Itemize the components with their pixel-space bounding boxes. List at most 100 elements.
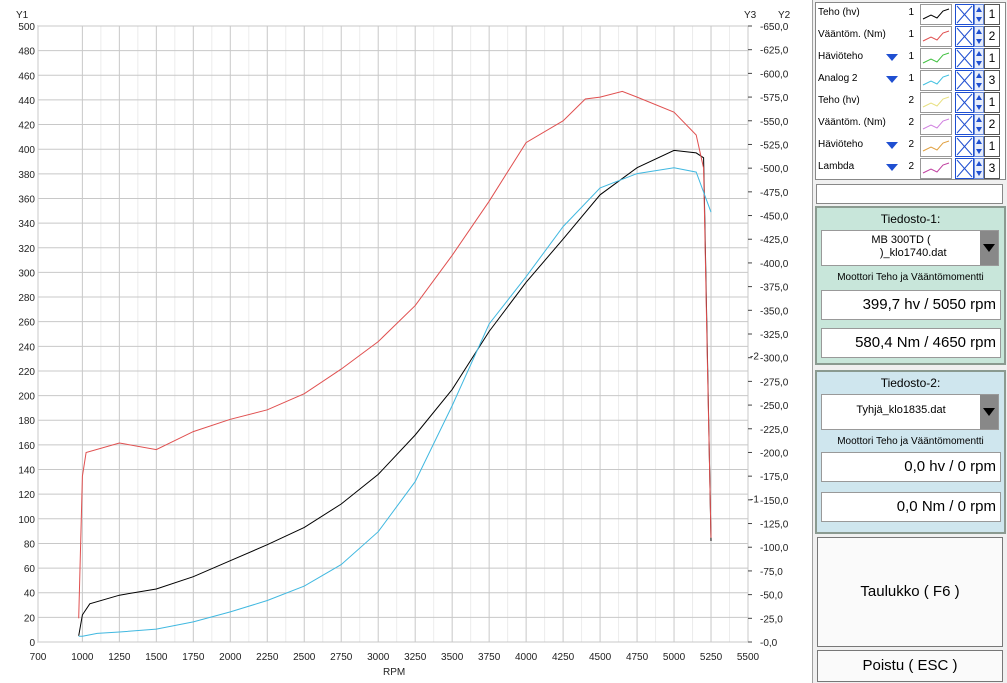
line-swatch-icon[interactable] [920,48,952,69]
y2-tick-label: -325,0 [760,330,789,341]
legend-axis-number: 2 [908,139,914,150]
close-icon[interactable] [955,70,974,91]
legend-group-number[interactable]: 2 [984,26,1000,47]
close-icon[interactable] [955,4,974,25]
x-tick-label: 5250 [700,652,723,663]
y2-tick-label: -50,0 [760,591,783,602]
legend: Teho (hv) 1 1 Vääntöm. (Nm) 1 2 Häviöteho 1 1 Ana… [815,2,1006,180]
dropdown-arrow-icon[interactable] [886,142,898,149]
legend-row: Lambda 2 3 [816,157,1005,179]
x-tick-label: 3000 [367,652,390,663]
file1-select[interactable]: MB 300TD ( )_klo1740.dat [821,230,999,266]
file2-subtitle: Moottori Teho ja Vääntömomentti [837,436,984,447]
spinner-icon[interactable] [974,158,984,179]
legend-row: Teho (hv) 2 1 [816,91,1005,113]
y2-tick-label: -100,0 [760,543,789,554]
dropdown-arrow-icon[interactable] [886,54,898,61]
close-icon[interactable] [955,48,974,69]
chart-svg: 700 1000 1250 1500 1750 2000 2250 2500 2750 3000 3… [16,10,791,678]
y1-tick-label: 100 [18,515,35,526]
y1-tick-label: 380 [18,170,35,181]
legend-series-name: Vääntöm. (Nm) [818,117,886,128]
y2-axis-label: Y2 [778,10,791,21]
legend-axis-number: 1 [908,7,914,18]
spinner-icon[interactable] [974,4,984,25]
exit-button[interactable]: Poistu ( ESC ) [817,650,1003,682]
file2-torque: 0,0 Nm / 0 rpm [821,492,1001,522]
spinner-icon[interactable] [974,114,984,135]
line-swatch-icon[interactable] [920,114,952,135]
close-icon[interactable] [955,26,974,47]
line-swatch-icon[interactable] [920,26,952,47]
spinner-icon[interactable] [974,92,984,113]
file1-selected: MB 300TD ( )_klo1740.dat [871,234,947,259]
line-swatch-icon[interactable] [920,92,952,113]
y3-axis-label: Y3 [744,10,757,21]
y1-tick-label: 480 [18,47,35,58]
y1-tick-label: 40 [24,589,36,600]
y2-tick-label: -375,0 [760,283,789,294]
spinner-icon[interactable] [974,136,984,157]
y1-tick-label: 360 [18,194,35,205]
legend-group-number[interactable]: 1 [984,92,1000,113]
x-tick-label: 4000 [515,652,538,663]
x-tick-label: 1000 [71,652,94,663]
y1-tick-label: 160 [18,441,35,452]
dropdown-arrow-icon[interactable] [886,164,898,171]
dropdown-arrow-icon[interactable] [886,76,898,83]
y1-tick-label: 340 [18,219,35,230]
legend-axis-number: 1 [908,73,914,84]
side-panel: Teho (hv) 1 1 Vääntöm. (Nm) 1 2 Häviöteho 1 1 Ana… [813,0,1007,683]
legend-group-number[interactable]: 3 [984,158,1000,179]
x-tick-label: 5000 [663,652,686,663]
legend-group-number[interactable]: 1 [984,136,1000,157]
x-tick-label: 2000 [219,652,242,663]
legend-row: Häviöteho 1 1 [816,47,1005,69]
x-tick-label: 3500 [441,652,464,663]
close-icon[interactable] [955,114,974,135]
dyno-chart: 700 1000 1250 1500 1750 2000 2250 2500 2750 3000 3… [0,0,813,683]
spinner-icon[interactable] [974,48,984,69]
close-icon[interactable] [955,136,974,157]
legend-row: Häviöteho 2 1 [816,135,1005,157]
file2-panel: Tiedosto-2: Tyhjä_klo1835.dat Moottori T… [815,370,1006,534]
legend-row: Vääntöm. (Nm) 2 2 [816,113,1005,135]
y1-tick-label: 60 [24,564,36,575]
y2-tick-label: -425,0 [760,235,789,246]
legend-group-number[interactable]: 3 [984,70,1000,91]
close-icon[interactable] [955,158,974,179]
close-icon[interactable] [955,92,974,113]
line-swatch-icon[interactable] [920,4,952,25]
legend-series-name: Teho (hv) [818,95,860,106]
y2-tick-label: -250,0 [760,401,789,412]
x-tick-label: 5500 [737,652,760,663]
legend-series-name: Häviöteho [818,51,864,62]
x-tick-label: 1250 [108,652,131,663]
table-button[interactable]: Taulukko ( F6 ) [817,537,1003,647]
legend-series-name: Lambda [818,161,855,172]
spinner-icon[interactable] [974,70,984,91]
y2-tick-label: -625,0 [760,46,789,57]
legend-group-number[interactable]: 1 [984,48,1000,69]
y2-tick-label: -25,0 [760,614,783,625]
y1-tick-label: 320 [18,244,35,255]
line-swatch-icon[interactable] [920,70,952,91]
legend-row: Teho (hv) 1 1 [816,3,1005,25]
file2-dropdown-button[interactable] [980,395,998,429]
legend-axis-number: 2 [908,161,914,172]
y2-tick-label: -600,0 [760,69,789,80]
spinner-icon[interactable] [974,26,984,47]
y2-tick-label: -525,0 [760,140,789,151]
file2-select[interactable]: Tyhjä_klo1835.dat [821,394,999,430]
file1-dropdown-button[interactable] [980,231,998,265]
y2-tick-label: -650,0 [760,22,789,33]
legend-group-number[interactable]: 2 [984,114,1000,135]
x-axis-label: RPM [383,667,405,678]
file1-power: 399,7 hv / 5050 rpm [821,290,1001,320]
x-tick-label: 3250 [404,652,427,663]
line-swatch-icon[interactable] [920,158,952,179]
legend-series-name: Analog 2 [818,73,858,84]
legend-group-number[interactable]: 1 [984,4,1000,25]
line-swatch-icon[interactable] [920,136,952,157]
y2-tick-label: -500,0 [760,164,789,175]
